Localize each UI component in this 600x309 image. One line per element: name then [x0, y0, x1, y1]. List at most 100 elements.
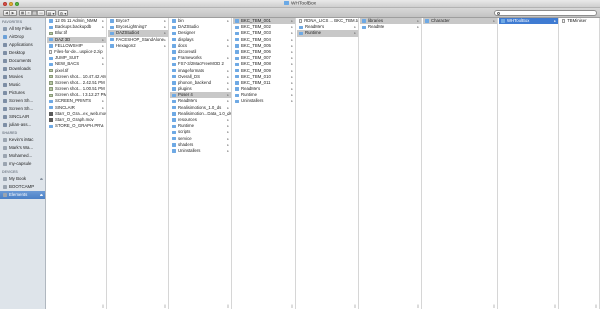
folder-row[interactable]: Hexagon2 ▸ — [108, 43, 168, 49]
search-field[interactable] — [494, 10, 597, 16]
folder-row[interactable]: Runtime ▸ — [297, 30, 358, 37]
disclosure-arrow-icon: ▸ — [102, 124, 104, 129]
sidebar-shared-mark-s-wa[interactable]: Mark's Wa... — [0, 144, 45, 152]
folder-icon — [172, 75, 176, 79]
folder-icon — [172, 31, 176, 36]
file-row[interactable]: TBMiniser — [560, 18, 599, 24]
folder-icon — [172, 118, 176, 122]
folder-icon — [172, 62, 176, 67]
folder-icon — [172, 93, 176, 98]
image-file-icon — [49, 93, 53, 98]
folder-row[interactable]: ReadMe ▸ — [360, 24, 421, 30]
document-icon — [562, 19, 566, 24]
browser-column-8[interactable]: WHToolBox ▸ || — [499, 18, 559, 309]
folder-row[interactable]: Uninstallers ▸ — [233, 98, 295, 104]
external-drive-icon — [3, 177, 7, 181]
folder-icon — [425, 19, 429, 23]
window-title-text: WHToolBox — [290, 1, 317, 7]
column-resize-handle[interactable]: || — [164, 303, 166, 308]
image-file-icon — [49, 87, 53, 91]
folder-row[interactable]: WHToolBox ▸ — [499, 18, 558, 25]
folder-row[interactable]: Uninstallers ▸ — [170, 148, 231, 154]
favorites-list: All My Files AirDrop Applications Desktop Do… — [0, 25, 45, 129]
browser-column-4[interactable]: BKC_TBM_001 ▸ BKC_TBM_002 ▸ BKC_TBM_003 ▸ BKC_… — [233, 18, 296, 309]
item-label: Uninstallers — [241, 98, 264, 104]
action-button[interactable]: ⚙ ▾ — [58, 10, 68, 16]
sidebar-item-julian-ass[interactable]: julian-ass... — [0, 121, 45, 129]
folder-icon — [49, 62, 53, 67]
browser-column-7[interactable]: Character ▸ || — [423, 18, 498, 309]
browser-column-1[interactable]: 12 05 11 Admin_NMM ▸ Backups.backupdb ▸ Blur… — [47, 18, 107, 309]
sidebar-item-label: Downloads — [9, 66, 31, 71]
image-file-icon — [49, 31, 53, 36]
sidebar-item-sinclair[interactable]: SINCLAIR — [0, 113, 45, 121]
item-label: WHToolBox — [507, 18, 530, 23]
sidebar-shared-mohamed[interactable]: Mohamed... — [0, 152, 45, 160]
document-icon — [49, 50, 53, 55]
eject-icon[interactable]: ⏏ — [40, 175, 43, 183]
browser-column-2[interactable]: Bryce7 ▸ BryceLightning7 ▸ DAZStudio4 ▸ FACESH… — [108, 18, 169, 309]
toolbar: ◀ ▶ ▦ ≡ ▥ ▭ ▤ ▾ ⚙ ▾ — [0, 8, 600, 18]
browser-column-5[interactable]: RDNA_LICS ... BKC_TBM.txt ReadMe's ▸ Runtim… — [297, 18, 359, 309]
folder-icon — [235, 19, 239, 23]
column-resize-handle[interactable]: || — [291, 303, 293, 308]
folder-icon — [49, 106, 53, 110]
sidebar-item-music[interactable]: Music — [0, 81, 45, 89]
search-icon — [496, 12, 500, 15]
sidebar-item-label: Movies — [9, 74, 23, 79]
computer-icon — [3, 146, 7, 150]
sidebar-item-desktop[interactable]: Desktop — [0, 49, 45, 57]
sidebar-item-airdrop[interactable]: AirDrop — [0, 33, 45, 41]
folder-icon — [3, 99, 7, 103]
folder-icon — [172, 143, 176, 147]
sidebar-shared-kevin-s-imac[interactable]: Kevin's iMac — [0, 136, 45, 144]
column-resize-handle[interactable]: || — [354, 303, 356, 308]
sidebar-item-pictures[interactable]: Pictures — [0, 89, 45, 97]
sidebar-device-elements[interactable]: Elements ⏏ — [0, 191, 45, 199]
sidebar-item-downloads[interactable]: Downloads — [0, 65, 45, 73]
folder-icon — [49, 19, 53, 23]
column-resize-handle[interactable]: || — [417, 303, 419, 308]
eject-icon[interactable]: ⏏ — [40, 191, 43, 199]
forward-button[interactable]: ▶ — [10, 11, 16, 15]
sidebar-device-bootcamp[interactable]: BOOTCAMP — [0, 183, 45, 191]
sidebar-item-label: julian-ass... — [9, 122, 32, 127]
column-resize-handle[interactable]: || — [227, 303, 229, 308]
column-resize-handle[interactable]: || — [102, 303, 104, 308]
sidebar-item-label: BOOTCAMP — [9, 184, 35, 189]
sidebar-shared-my-capsule[interactable]: my-capsule — [0, 160, 45, 168]
time-capsule-icon — [3, 162, 7, 166]
folder-icon — [235, 62, 239, 67]
folder-icon — [49, 25, 53, 29]
folder-row[interactable]: Character ▸ — [423, 18, 497, 25]
folder-icon — [235, 25, 239, 29]
folder-icon — [235, 37, 239, 42]
sidebar-device-my-book[interactable]: My Book ⏏ — [0, 175, 45, 183]
disclosure-arrow-icon: ▸ — [554, 19, 556, 23]
browser-column-3[interactable]: bin ▸ DAZStudio Designer displays ▸ docs ▸ dzcor… — [170, 18, 232, 309]
sidebar-item-screen-sh[interactable]: Screen Sh... — [0, 105, 45, 113]
browser-column-9[interactable]: TBMiniser || — [560, 18, 600, 309]
browser-column-6[interactable]: libraries ▸ ReadMe ▸ || — [360, 18, 422, 309]
sidebar-item-all-my-files[interactable]: All My Files — [0, 25, 45, 33]
column-resize-handle[interactable]: || — [493, 303, 495, 308]
folder-icon — [49, 124, 53, 128]
sidebar-item-screen-sh[interactable]: Screen Sh... — [0, 97, 45, 105]
arrange-button[interactable]: ▤ ▾ — [46, 10, 56, 16]
disclosure-arrow-icon: ▸ — [354, 31, 356, 36]
folder-icon — [49, 37, 53, 42]
disclosure-arrow-icon: ▸ — [227, 148, 229, 153]
sidebar-item-label: AirDrop — [9, 34, 24, 39]
sidebar-item-label: My Book — [9, 176, 27, 181]
cover-flow-button[interactable]: ▭ — [38, 11, 44, 15]
sidebar-item-movies[interactable]: Movies — [0, 73, 45, 81]
column-resize-handle[interactable]: || — [554, 303, 556, 308]
sidebar-item-applications[interactable]: Applications — [0, 41, 45, 49]
sidebar-item-documents[interactable]: Documents — [0, 57, 45, 65]
item-label: Uninstallers — [178, 147, 201, 153]
folder-row[interactable]: STORE_O_GRAPH.PRV ▸ — [47, 123, 106, 129]
sidebar-item-label: Screen Sh... — [9, 98, 34, 103]
column-resize-handle[interactable]: || — [595, 303, 597, 308]
folder-icon — [235, 87, 239, 91]
sidebar-item-label: Kevin's iMac — [9, 137, 34, 142]
